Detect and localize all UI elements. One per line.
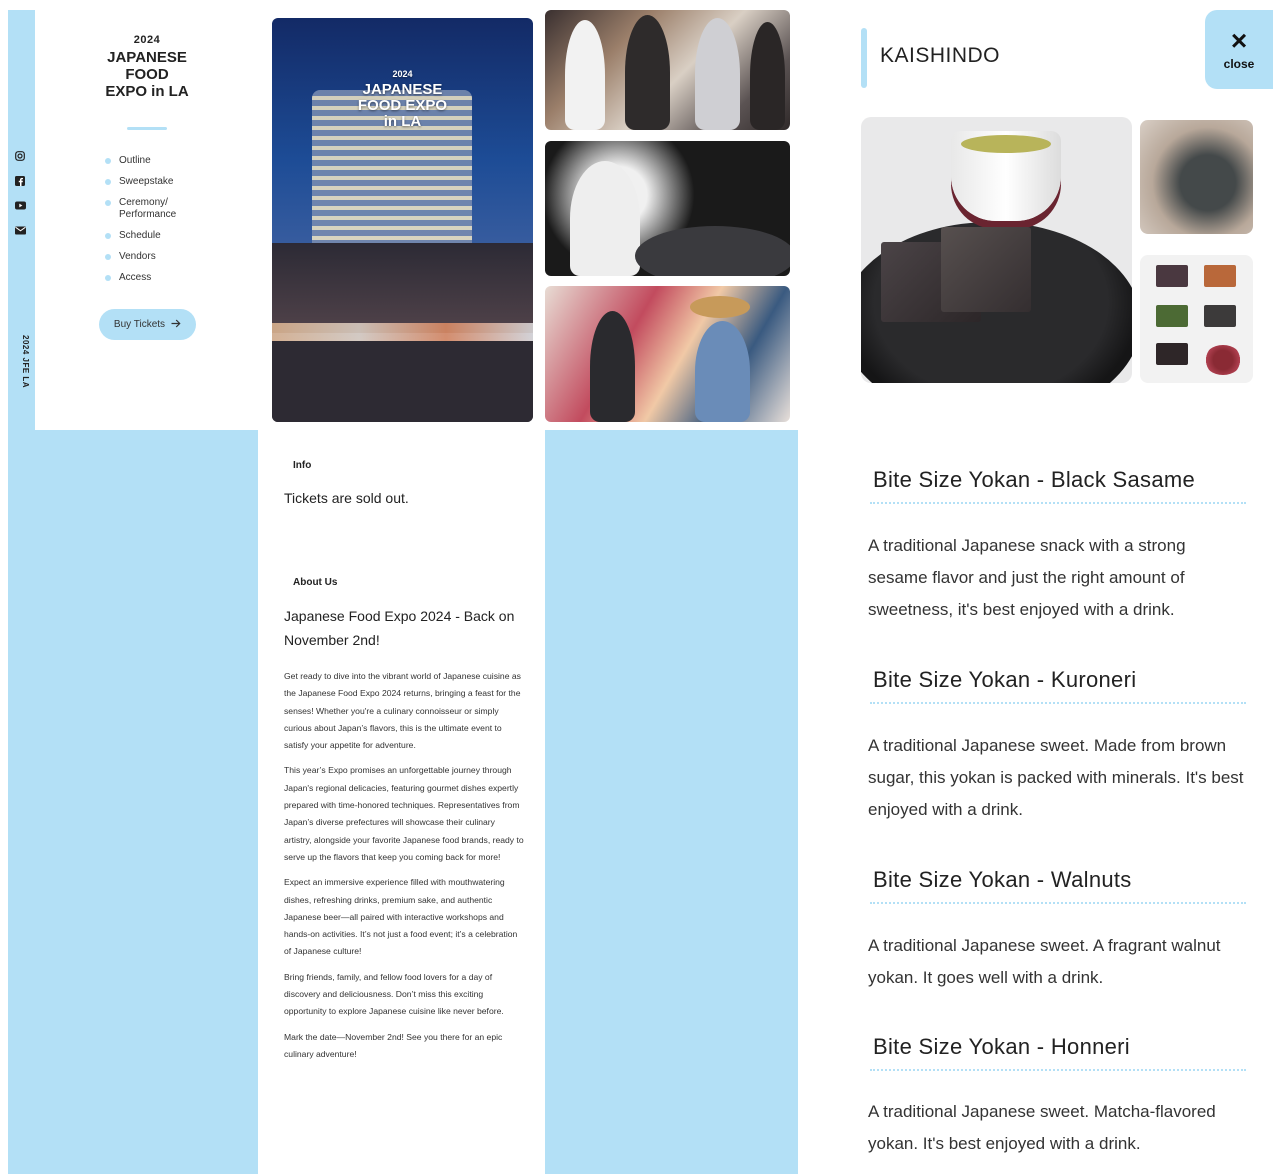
nav-item-access[interactable]: Access (105, 272, 176, 284)
vendor-name: KAISHINDO (880, 44, 1001, 67)
close-icon: × (1230, 24, 1248, 56)
product-detail-photo (1140, 120, 1253, 234)
expo-crowd-photo (545, 10, 790, 130)
mail-icon[interactable] (13, 223, 27, 237)
brand-name: JAPANESE FOOD EXPO in LA (105, 49, 189, 100)
brand-divider (127, 127, 167, 130)
about-body: Get ready to dive into the vibrant world… (284, 668, 524, 1071)
nav-menu: Outline Sweepstake Ceremony/ Performance… (105, 155, 176, 293)
close-button[interactable]: × close (1205, 10, 1273, 89)
vertical-event-text: 2024 JFE LA (21, 335, 30, 389)
nav-item-schedule[interactable]: Schedule (105, 230, 176, 242)
product-description: A traditional Japanese snack with a stro… (868, 536, 1186, 619)
hero-title: 2024 JAPANESE FOOD EXPO in LA (272, 66, 533, 130)
product-divider (870, 702, 1246, 704)
brand-year: 2024 (133, 34, 161, 46)
chef-performance-photo (545, 141, 790, 276)
nav-item-sweepstake[interactable]: Sweepstake (105, 176, 176, 188)
product-flavors-photo (1140, 255, 1253, 383)
nav-item-outline[interactable]: Outline (105, 155, 176, 167)
about-label: About Us (284, 571, 337, 588)
youtube-icon[interactable] (13, 198, 27, 212)
product-title: Bite Size Yokan - Kuroneri (873, 667, 1137, 692)
product-description: A traditional Japanese sweet. Made from … (868, 736, 1244, 819)
about-paragraph: Mark the date—November 2nd! See you ther… (284, 1031, 503, 1059)
vendor-booth-photo (545, 286, 790, 422)
product-description: A traditional Japanese sweet. Matcha-fla… (868, 1102, 1216, 1153)
product-divider (870, 502, 1246, 504)
about-paragraph: Expect an immersive experience filled wi… (284, 877, 518, 957)
nav-item-ceremony[interactable]: Ceremony/ Performance (105, 197, 176, 221)
hero-name: JAPANESE FOOD EXPO in LA (357, 81, 448, 130)
product-divider (870, 902, 1246, 904)
product-divider (870, 1069, 1246, 1071)
instagram-icon[interactable] (13, 149, 27, 163)
info-text: Tickets are sold out. (284, 490, 409, 506)
product-title: Bite Size Yokan - Honneri (873, 1034, 1130, 1059)
product-description: A traditional Japanese sweet. A fragrant… (868, 936, 1221, 987)
info-label: Info (284, 454, 311, 471)
close-label: close (1223, 56, 1255, 71)
about-title: Japanese Food Expo 2024 - Back on Novemb… (284, 608, 515, 648)
brand-logo[interactable]: 2024 JAPANESE FOOD EXPO in LA (62, 32, 232, 100)
arrow-right-icon (171, 319, 181, 331)
buy-tickets-button[interactable]: Buy Tickets (99, 309, 196, 340)
hero-year: 2024 (392, 69, 413, 79)
about-paragraph: Get ready to dive into the vibrant world… (284, 671, 521, 751)
nav-item-vendors[interactable]: Vendors (105, 251, 176, 263)
product-title: Bite Size Yokan - Black Sasame (873, 467, 1196, 492)
buy-tickets-label: Buy Tickets (113, 319, 166, 330)
vendor-accent-bar (861, 28, 867, 88)
about-paragraph: This year’s Expo promises an unforgettab… (284, 765, 524, 862)
product-title: Bite Size Yokan - Walnuts (873, 867, 1132, 892)
product-main-photo (861, 117, 1132, 383)
about-paragraph: Bring friends, family, and fellow food l… (284, 971, 504, 1017)
hero-hotel-photo: 2024 JAPANESE FOOD EXPO in LA (272, 18, 533, 422)
facebook-icon[interactable] (13, 174, 27, 188)
middle-background (545, 430, 798, 1174)
